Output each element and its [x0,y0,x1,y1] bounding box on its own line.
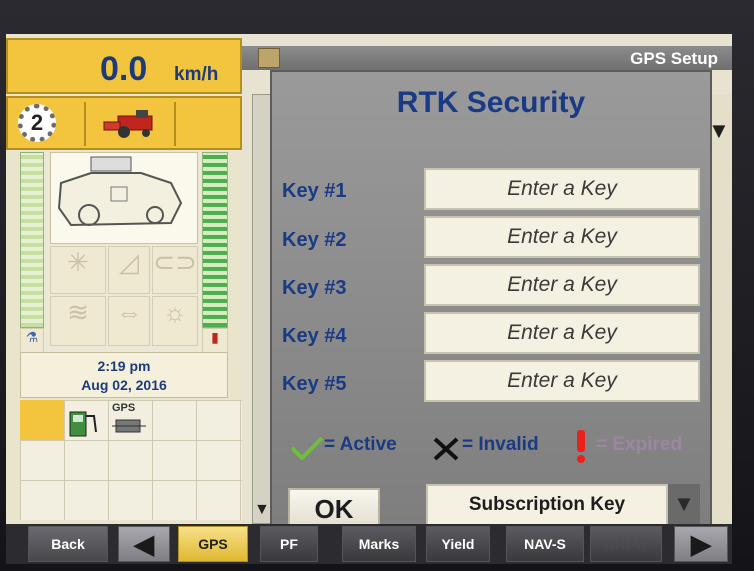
arrow-left-icon: ◀ [134,528,154,559]
spreader-icon[interactable]: ≋ [50,296,106,346]
satellite-icon[interactable] [112,416,146,436]
status-panel: 0.0 km/h 2 ✳ ◿ ⊂⊃ ≋ ⇔ ☼ ⚗ ▮ 2:19 pm Aug … [6,34,242,524]
setup-icon [258,48,280,68]
fuel-pump-icon[interactable] [66,402,104,440]
marks-tab-button[interactable]: Marks [342,526,416,562]
date-time-display: 2:19 pm Aug 02, 2016 [20,352,228,398]
left-scrollbar[interactable]: ▼ [252,94,272,524]
direction-icon[interactable]: ⇔ [108,296,150,346]
expired-exclamation-icon [577,430,585,463]
legend-active: = Active [324,434,397,455]
concave-icon[interactable]: ◿ [108,246,150,294]
machine-status-row: 2 [6,96,242,150]
setup-title: GPS Setup [630,49,718,68]
combine-diagram-icon[interactable] [50,152,198,244]
fan-icon[interactable]: ✳ [50,246,106,294]
machine-diagram-area: ✳ ◿ ⊂⊃ ≋ ⇔ ☼ ⚗ ▮ [20,152,228,382]
speed-unit: km/h [174,64,219,85]
grid-cell-selected[interactable] [20,400,64,440]
key-4-label: Key #4 [282,325,347,347]
display-screen: 0.0 km/h 2 ✳ ◿ ⊂⊃ ≋ ⇔ ☼ ⚗ ▮ 2:19 pm Aug … [6,34,732,564]
coolant-icon: ⚗ [20,328,44,354]
setup-header: GPS Setup [242,46,732,70]
back-button[interactable]: Back [28,526,108,562]
legend-invalid: = Invalid [462,434,539,455]
time-text: 2:19 pm [97,358,151,374]
yield-tab-button[interactable]: Yield [426,526,490,562]
key-5-label: Key #5 [282,373,347,395]
light-icon[interactable]: ☼ [152,296,198,346]
next-page-button[interactable]: ▶ [674,526,728,562]
speed-readout: 0.0 km/h [6,38,242,94]
fuel-level-icon: ▮ [202,328,228,354]
gps-tab-button[interactable]: GPS [178,526,248,562]
subscription-key-select[interactable]: Subscription Key [426,484,668,526]
key-5-input[interactable] [424,360,700,402]
dialog-title: RTK Security [396,86,586,119]
key-2-label: Key #2 [282,229,347,251]
previous-page-button[interactable]: ◀ [118,526,170,562]
combine-icon [84,102,176,146]
key-3-input[interactable] [424,264,700,306]
key-3-label: Key #3 [282,277,347,299]
pf-tab-button[interactable]: PF [260,526,318,562]
date-text: Aug 02, 2016 [81,377,167,393]
speed-value: 0.0 [100,50,148,88]
gear-indicator[interactable]: 2 [18,104,56,142]
nav-s-tab-button[interactable]: NAV-S [506,526,584,562]
level-bar-left [20,152,44,328]
chevron-down-icon[interactable]: ▼ [668,484,700,526]
key-2-input[interactable] [424,216,700,258]
shortcut-grid: GPS [20,400,242,520]
legend-expired: = Expired [596,434,683,455]
key-1-label: Key #1 [282,180,347,202]
nav-r-tab-button[interactable]: NAV-R [590,526,662,562]
key-4-input[interactable] [424,312,700,354]
level-bar-right [202,152,228,328]
bottom-softkey-bar: Back ◀ GPS PF Marks Yield NAV-S NAV-R ▶ [6,524,732,564]
checkmark-icon [290,436,324,460]
scroll-down-icon[interactable]: ▼ [254,501,270,519]
invalid-x-icon [433,437,459,461]
sieve-icon[interactable]: ⊂⊃ [152,246,198,294]
rtk-security-dialog: RTK Security Key #1 Key #2 Key #3 Key #4… [270,70,712,530]
gps-satellite-label: GPS [112,402,136,414]
key-1-input[interactable] [424,168,700,210]
arrow-right-icon: ▶ [691,528,711,559]
